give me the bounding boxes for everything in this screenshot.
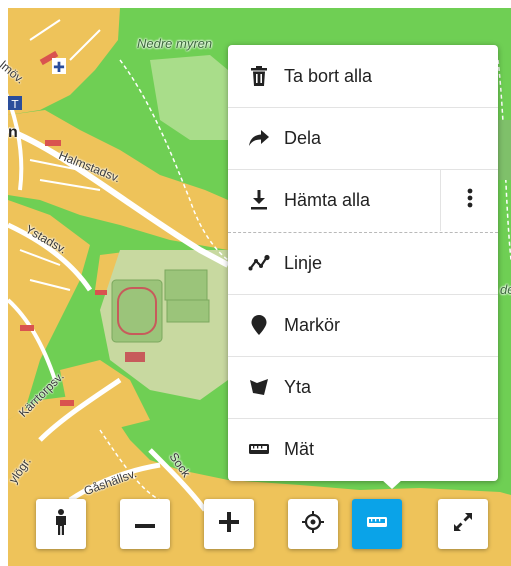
svg-text:T: T bbox=[11, 98, 19, 111]
street-view-button[interactable] bbox=[36, 499, 86, 549]
ruler-icon bbox=[367, 515, 387, 533]
share-arrow-icon bbox=[246, 125, 272, 151]
draw-line-item[interactable]: Linje bbox=[228, 232, 498, 294]
area-icon bbox=[246, 374, 272, 400]
zoom-out-button[interactable] bbox=[120, 499, 170, 549]
measure-label: Mät bbox=[284, 438, 315, 459]
map-label-n: n bbox=[8, 124, 18, 141]
plus-icon bbox=[219, 511, 239, 537]
draw-menu: Ta bort alla Dela Hämta alla Linje Markö… bbox=[228, 45, 498, 481]
share-label: Dela bbox=[284, 127, 322, 148]
map-label-nedre-myren: Nedre myren bbox=[137, 36, 213, 51]
vertical-dots-icon bbox=[467, 188, 473, 213]
locate-button[interactable] bbox=[288, 499, 338, 549]
ruler-icon bbox=[246, 436, 272, 462]
expand-icon bbox=[452, 511, 474, 538]
measure-button[interactable] bbox=[352, 499, 402, 549]
minus-icon bbox=[135, 515, 155, 533]
marker-icon bbox=[246, 312, 272, 338]
draw-line-label: Linje bbox=[284, 252, 323, 273]
download-icon bbox=[246, 187, 272, 213]
delete-all-label: Ta bort alla bbox=[284, 65, 373, 86]
download-all-item[interactable]: Hämta alla bbox=[228, 169, 440, 231]
person-icon bbox=[55, 508, 67, 540]
share-item[interactable]: Dela bbox=[228, 107, 498, 169]
download-options-button[interactable] bbox=[440, 169, 499, 231]
measure-item[interactable]: Mät bbox=[228, 418, 498, 480]
delete-all-item[interactable]: Ta bort alla bbox=[228, 45, 498, 107]
svg-text:✚: ✚ bbox=[53, 60, 65, 76]
crosshair-icon bbox=[302, 510, 324, 538]
draw-area-item[interactable]: Yta bbox=[228, 356, 498, 418]
map-label-de: de bbox=[500, 282, 511, 297]
draw-area-label: Yta bbox=[284, 376, 312, 397]
download-all-label: Hämta alla bbox=[284, 189, 371, 210]
trash-icon bbox=[246, 63, 272, 89]
fullscreen-button[interactable] bbox=[438, 499, 488, 549]
draw-marker-label: Markör bbox=[284, 314, 341, 335]
draw-marker-item[interactable]: Markör bbox=[228, 294, 498, 356]
menu-pointer bbox=[381, 479, 403, 489]
line-icon bbox=[246, 250, 272, 276]
zoom-in-button[interactable] bbox=[204, 499, 254, 549]
